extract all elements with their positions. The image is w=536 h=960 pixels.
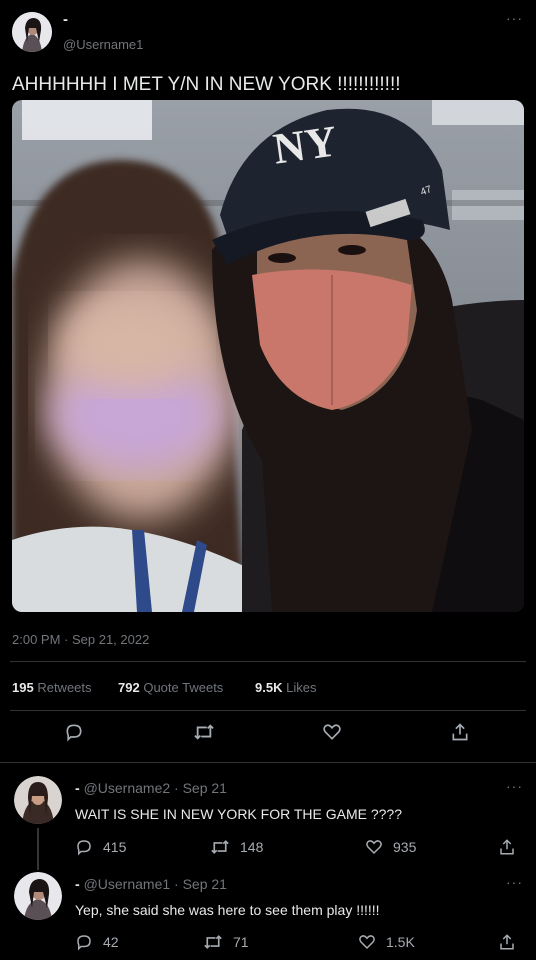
tweet-timestamp[interactable]: 2:00 PM · Sep 21, 2022 [12,632,149,647]
reply-avatar[interactable] [14,776,62,824]
likes-count: 9.5K [255,680,283,695]
share-icon [500,839,514,855]
retweet-count: 148 [240,839,264,855]
reply-count: 42 [103,934,119,950]
likes-stat[interactable]: 9.5K Likes [255,680,316,695]
author-avatar[interactable] [12,12,52,52]
retweets-count: 195 [12,680,34,695]
share-icon [500,934,514,950]
reply-handle-date[interactable]: @Username1 · Sep 21 [84,876,227,892]
reply-handle-date[interactable]: @Username2 · Sep 21 [84,780,227,796]
more-icon[interactable]: ··· [506,10,523,26]
reply-display-name[interactable]: - [75,780,80,796]
reply-button[interactable]: 415 [75,838,126,856]
reply-icon[interactable] [64,722,84,742]
like-icon [366,840,382,855]
reply-button[interactable]: 42 [75,933,119,951]
reply-header: - @Username1 · Sep 21 [75,876,227,892]
divider [0,762,536,763]
share-button[interactable] [498,838,516,856]
retweets-stat[interactable]: 195 Retweets [12,680,92,695]
retweets-label: Retweets [37,680,92,695]
cap-logo: NY [270,116,340,173]
quotes-count: 792 [118,680,140,695]
reply-avatar[interactable] [14,872,62,920]
retweet-count: 71 [233,934,249,950]
share-icon[interactable] [450,722,470,742]
reply-text: WAIT IS SHE IN NEW YORK FOR THE GAME ???… [75,806,402,822]
like-icon [359,935,375,950]
tweet-text: AHHHHHH I MET Y/N IN NEW YORK !!!!!!!!!!… [12,74,401,95]
divider [10,661,526,662]
tweet-photo[interactable]: NY 47 [12,100,524,612]
quotes-stat[interactable]: 792 Quote Tweets [118,680,223,695]
reply-icon [77,935,91,951]
reply-count: 415 [103,839,127,855]
reply-icon [77,840,91,856]
like-count: 935 [393,839,417,855]
reply-header: - @Username2 · Sep 21 [75,780,227,796]
retweet-icon[interactable] [193,722,215,742]
retweet-icon [211,840,229,854]
reply-text: Yep, she said she was here to see them p… [75,902,380,918]
divider [10,710,526,711]
author-display-name[interactable]: - [63,11,68,28]
like-count: 1.5K [386,934,415,950]
retweet-button[interactable]: 71 [203,933,249,951]
more-icon[interactable]: ··· [506,778,523,794]
author-handle[interactable]: @Username1 [63,37,143,52]
quotes-label: Quote Tweets [143,680,224,695]
like-button[interactable]: 1.5K [358,933,415,951]
reply-display-name[interactable]: - [75,876,80,892]
more-icon[interactable]: ··· [506,874,523,890]
retweet-icon [204,935,222,949]
likes-label: Likes [286,680,317,695]
share-button[interactable] [498,933,516,951]
thread-line [37,828,39,870]
like-button[interactable]: 935 [365,838,416,856]
like-icon[interactable] [322,722,342,742]
retweet-button[interactable]: 148 [210,838,263,856]
